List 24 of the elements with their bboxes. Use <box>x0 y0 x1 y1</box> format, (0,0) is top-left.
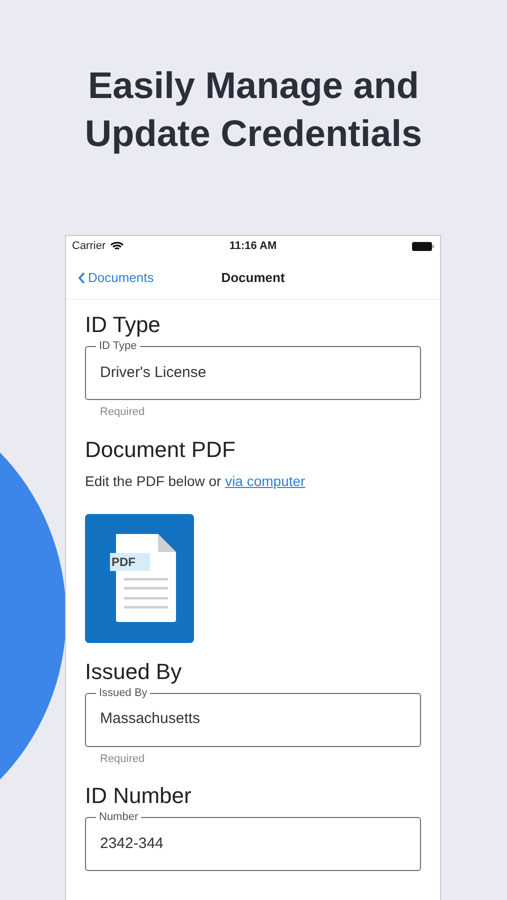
headline: Easily Manage and <box>88 64 420 108</box>
section-heading: ID Type <box>85 311 162 339</box>
field-label: ID Type <box>96 339 140 353</box>
battery-icon <box>412 242 434 250</box>
wifi-icon <box>110 241 124 251</box>
time-text: 11:16 AM <box>229 238 277 254</box>
pdf-instructions: Edit the PDF below or via computer <box>85 472 306 491</box>
headline: Update Credentials <box>84 112 422 156</box>
field-value: 2342-344 <box>100 834 164 854</box>
chevron-left-icon <box>78 272 86 284</box>
screen-title: Document <box>221 268 285 287</box>
helper-text: Required <box>100 405 146 420</box>
field-value: Driver's License <box>100 362 206 383</box>
carrier-text: Carrier <box>72 238 106 254</box>
field-value: Massachusetts <box>100 709 200 730</box>
helper-text: Required <box>100 752 146 766</box>
back-button[interactable]: Documents <box>78 268 154 288</box>
section-heading: ID Number <box>85 782 192 810</box>
section-heading: Issued By <box>85 658 183 686</box>
section-heading: Document PDF <box>85 436 236 464</box>
pdf-thumbnail[interactable]: PDF <box>85 514 194 642</box>
via-computer-link[interactable]: via computer <box>225 472 306 488</box>
pdf-label: PDF <box>110 553 150 571</box>
field-label: Issued By <box>96 686 150 700</box>
